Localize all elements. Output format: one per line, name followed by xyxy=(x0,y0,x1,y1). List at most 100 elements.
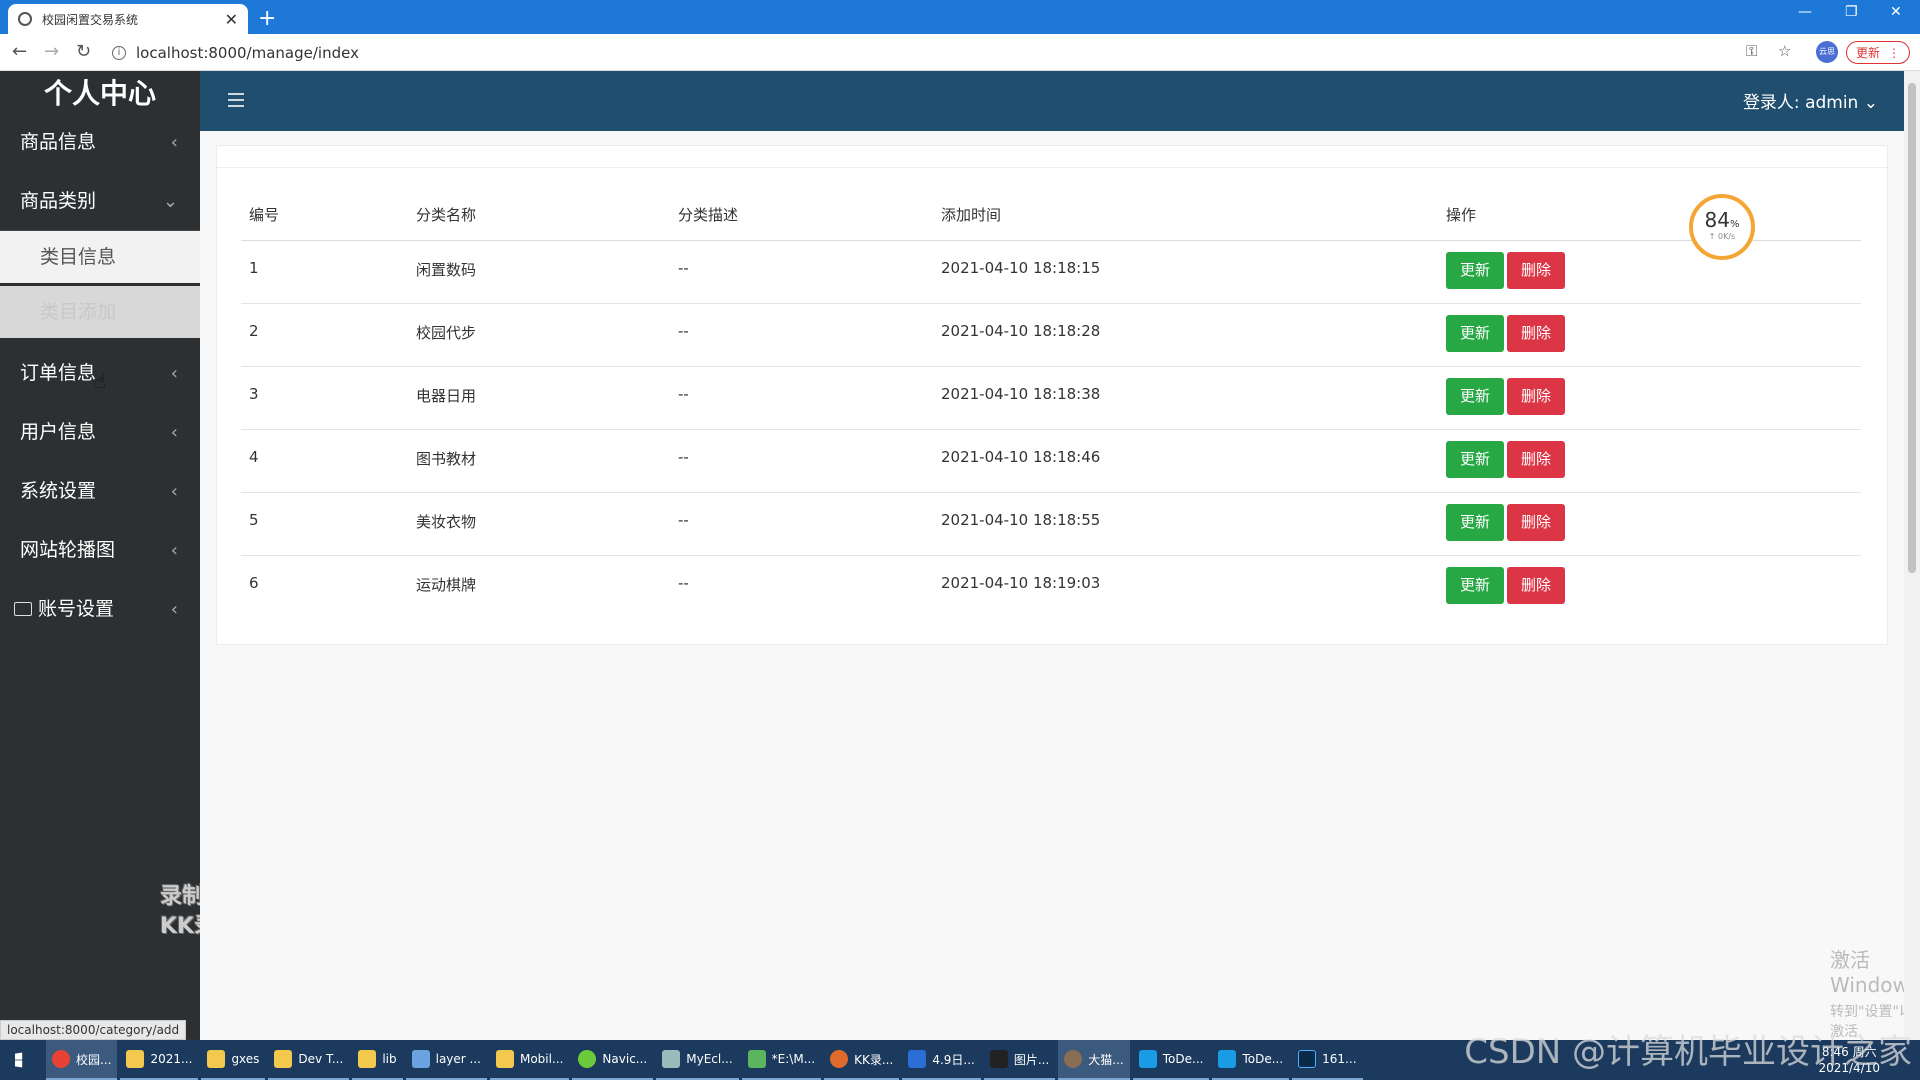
new-tab-icon[interactable]: + xyxy=(258,6,276,31)
taskbar-item[interactable]: ToDe... xyxy=(1212,1040,1290,1080)
cell-time: 2021-04-10 18:18:38 xyxy=(933,366,1438,430)
sidebar-item-account[interactable]: 账号设置 ‹ xyxy=(0,580,200,639)
update-button[interactable]: 更新 xyxy=(1446,314,1504,352)
update-button[interactable]: 更新 xyxy=(1446,503,1504,541)
sidebar-item-users[interactable]: 用户信息 ‹ xyxy=(0,403,200,462)
close-tab-icon[interactable]: ✕ xyxy=(225,10,238,29)
url-field[interactable]: i localhost:8000/manage/index xyxy=(112,40,1752,66)
forward-icon[interactable]: → xyxy=(44,41,59,62)
address-bar: ← → ↻ i localhost:8000/manage/index ⚿ ☆ … xyxy=(0,34,1920,71)
star-icon[interactable]: ☆ xyxy=(1778,42,1791,60)
browser-update-button[interactable]: 更新 ⋮ xyxy=(1846,41,1910,64)
editor-icon xyxy=(747,1050,766,1068)
taskbar-item[interactable]: Dev T... xyxy=(268,1040,350,1080)
main-content: 编号 分类名称 分类描述 添加时间 操作 1 闲置数码 -- 2021-04-1… xyxy=(200,131,1919,1060)
start-button[interactable] xyxy=(0,1040,46,1080)
taskbar-item[interactable]: Mobil... xyxy=(489,1040,570,1080)
hamburger-icon[interactable] xyxy=(228,93,244,111)
taskbar-item[interactable]: Navic... xyxy=(572,1040,654,1080)
info-icon[interactable]: i xyxy=(112,46,126,60)
page-scrollbar[interactable] xyxy=(1904,71,1920,1040)
chrome-icon xyxy=(52,1050,70,1068)
taskbar-item[interactable]: 4.9日... xyxy=(902,1040,981,1080)
sidebar-item-goods[interactable]: 商品信息 ‹ xyxy=(0,113,200,172)
avatar-icon xyxy=(1064,1050,1083,1068)
cell-name: 电器日用 xyxy=(408,366,670,430)
profile-avatar[interactable]: 云思 xyxy=(1816,41,1838,63)
taskbar-item[interactable]: lib xyxy=(352,1040,403,1080)
sidebar-item-carousel[interactable]: 网站轮播图 ‹ xyxy=(0,521,200,580)
taskbar-item[interactable]: 校园... xyxy=(46,1040,118,1080)
close-window-icon[interactable]: ✕ xyxy=(1890,4,1902,20)
category-table: 编号 分类名称 分类描述 添加时间 操作 1 闲置数码 -- 2021-04-1… xyxy=(241,190,1861,618)
key-icon[interactable]: ⚿ xyxy=(1746,42,1757,60)
status-url: localhost:8000/category/add xyxy=(0,1020,187,1040)
taskbar-item[interactable]: 大猫... xyxy=(1058,1040,1130,1080)
cell-desc: -- xyxy=(670,492,933,556)
browser-tab-bar: 校园闲置交易系统 ✕ + — ❐ ✕ xyxy=(0,0,1920,34)
browser-tab[interactable]: 校园闲置交易系统 ✕ xyxy=(8,4,248,34)
taskbar-item[interactable]: 2021... xyxy=(120,1040,199,1080)
taskbar-item[interactable]: 161... xyxy=(1292,1040,1363,1080)
sidebar-subitem-category-add[interactable]: 类目添加 xyxy=(0,286,200,338)
cell-actions: 更新 删除 xyxy=(1438,429,1861,493)
network-speed-widget[interactable]: 84% ↑ 0K/s xyxy=(1689,194,1755,260)
cell-time: 2021-04-10 18:18:46 xyxy=(933,429,1438,493)
browser-update-label: 更新 xyxy=(1855,46,1880,60)
cell-desc: -- xyxy=(678,573,689,592)
update-button[interactable]: 更新 xyxy=(1446,251,1504,289)
photoshop-icon xyxy=(1298,1050,1317,1068)
sidebar-subitem-category-info[interactable]: 类目信息 xyxy=(0,231,200,283)
delete-button[interactable]: 删除 xyxy=(1507,503,1565,541)
cell-actions: 更新 删除 xyxy=(1438,303,1861,367)
table-row: 2 校园代步 -- 2021-04-10 18:18:28 更新 删除 xyxy=(241,303,1861,367)
restore-icon[interactable]: ❐ xyxy=(1845,4,1858,20)
folder-icon xyxy=(207,1050,226,1068)
cell-time: 2021-04-10 18:18:55 xyxy=(933,492,1438,556)
delete-button[interactable]: 删除 xyxy=(1507,251,1565,289)
taskbar-item[interactable]: *E:\M... xyxy=(741,1040,822,1080)
delete-button[interactable]: 删除 xyxy=(1507,566,1565,604)
cell-name: 图书教材 xyxy=(408,429,670,493)
reload-icon[interactable]: ↻ xyxy=(76,41,91,62)
delete-button[interactable]: 删除 xyxy=(1507,377,1565,415)
delete-button[interactable]: 删除 xyxy=(1507,314,1565,352)
login-user-dropdown[interactable]: 登录人: admin ⌄ xyxy=(1743,88,1878,113)
chevron-left-icon: ‹ xyxy=(170,599,178,620)
cell-actions: 更新 删除 xyxy=(1438,366,1861,430)
taskbar-item[interactable]: KK录... xyxy=(824,1040,900,1080)
chevron-left-icon: ‹ xyxy=(170,481,178,502)
taskbar-item[interactable]: ToDe... xyxy=(1132,1040,1210,1080)
update-button[interactable]: 更新 xyxy=(1446,566,1504,604)
speed-rate: ↑ 0K/s xyxy=(1708,232,1736,241)
taskbar-item[interactable]: layer ... xyxy=(405,1040,487,1080)
sidebar-item-label: 网站轮播图 xyxy=(20,539,116,561)
login-label: 登录人: admin xyxy=(1742,93,1859,113)
taskbar-item[interactable]: MyEcl... xyxy=(656,1040,739,1080)
cell-actions: 更新 删除 xyxy=(1438,492,1861,556)
cell-id: 5 xyxy=(241,492,408,556)
cell-desc: -- xyxy=(670,303,933,367)
navicat-icon xyxy=(578,1050,597,1068)
scrollbar-thumb[interactable] xyxy=(1908,83,1916,573)
minimize-icon[interactable]: — xyxy=(1798,4,1812,20)
delete-button[interactable]: 删除 xyxy=(1507,440,1565,478)
sidebar-item-label: 订单信息 xyxy=(20,362,97,384)
taskbar-item[interactable]: 图片... xyxy=(983,1040,1056,1080)
taskbar-item[interactable]: gxes xyxy=(201,1040,266,1080)
todesk-icon xyxy=(1138,1050,1157,1068)
update-button[interactable]: 更新 xyxy=(1446,440,1504,478)
table-row: 4 图书教材 -- 2021-04-10 18:18:46 更新 删除 xyxy=(241,429,1861,493)
myeclipse-icon xyxy=(662,1050,681,1068)
cell-id: 4 xyxy=(241,429,408,493)
table-header-row: 编号 分类名称 分类描述 添加时间 操作 xyxy=(241,190,1861,241)
sidebar-item-category[interactable]: 商品类别 ⌄ xyxy=(0,172,200,231)
sidebar-item-settings[interactable]: 系统设置 ‹ xyxy=(0,462,200,521)
back-icon[interactable]: ← xyxy=(12,41,27,62)
table-row: 1 闲置数码 -- 2021-04-10 18:18:15 更新 删除 xyxy=(241,240,1861,304)
chevron-left-icon: ‹ xyxy=(170,132,178,153)
more-menu-icon: ⋮ xyxy=(1888,45,1900,60)
column-header: 编号 xyxy=(241,190,408,241)
update-button[interactable]: 更新 xyxy=(1446,377,1504,415)
folder-icon xyxy=(274,1050,293,1068)
